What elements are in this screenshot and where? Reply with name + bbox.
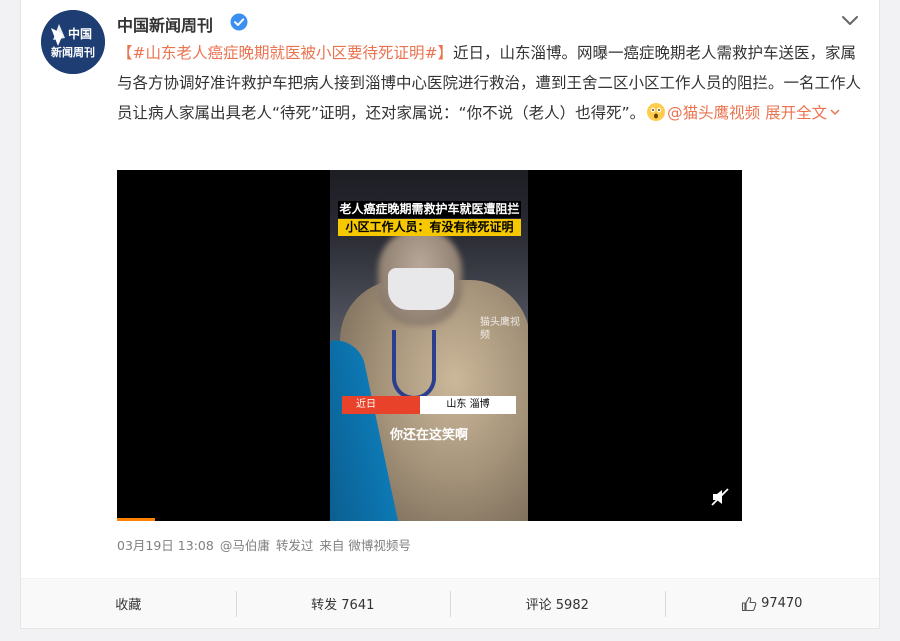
repost-button[interactable]: 转发 7641 — [235, 579, 451, 628]
post-timestamp[interactable]: 03月19日 13:08 — [117, 538, 214, 553]
video-frame: 老人癌症晚期需救护车就医遭阻拦 小区工作人员：有没有待死证明 猫头鹰视频 近日 … — [330, 170, 528, 521]
avatar[interactable]: 中国 新闻周刊 — [41, 10, 105, 74]
forwarded-label: 转发过 — [275, 538, 314, 553]
astonished-emoji-icon — [647, 103, 666, 121]
video-face-mask — [388, 268, 454, 310]
like-count: 97470 — [761, 596, 803, 611]
mute-icon[interactable] — [710, 487, 730, 507]
comment-button[interactable]: 评论 5982 — [450, 579, 665, 628]
chevron-down-icon[interactable] — [841, 14, 859, 28]
mention-link[interactable]: @猫头鹰视频 — [667, 104, 760, 122]
video-player[interactable]: 老人癌症晚期需救护车就医遭阻拦 小区工作人员：有没有待死证明 猫头鹰视频 近日 … — [117, 170, 742, 521]
video-lanyard — [392, 330, 436, 400]
video-watermark: 猫头鹰视频 — [480, 317, 520, 341]
post-text: 【#山东老人癌症晚期就医被小区要待死证明#】近日，山东淄博。网曝一癌症晚期老人需… — [117, 38, 862, 128]
video-title-line1: 老人癌症晚期需救护车就医遭阻拦 — [338, 201, 521, 218]
repost-label: 转发 7641 — [311, 598, 375, 613]
expand-full-text[interactable]: 展开全文 — [765, 104, 841, 122]
favorite-label: 收藏 — [115, 598, 142, 613]
forwarder-link[interactable]: @马伯庸 — [220, 538, 270, 553]
avatar-text-line2: 新闻周刊 — [51, 46, 95, 59]
thumbs-up-icon — [742, 596, 757, 611]
hashtag-link[interactable]: 【#山东老人癌症晚期就医被小区要待死证明#】 — [117, 44, 453, 62]
author-name[interactable]: 中国新闻周刊 — [117, 12, 213, 36]
favorite-button[interactable]: 收藏 — [21, 579, 236, 628]
expand-chevron-icon — [830, 109, 840, 116]
video-location-right: 山东 淄博 — [420, 396, 516, 414]
post-meta: 03月19日 13:08 @马伯庸 转发过 来自 微博视频号 — [117, 535, 417, 554]
verified-badge-icon — [230, 13, 248, 31]
weibo-post-card: 中国 新闻周刊 中国新闻周刊 【#山东老人癌症晚期就医被小区要待死证明#】近日，… — [20, 0, 880, 629]
expand-label: 展开全文 — [765, 104, 828, 122]
video-subtitle: 你还在这笑啊 — [389, 428, 468, 443]
avatar-text-line1: 中国 — [67, 27, 92, 41]
video-title-line2: 小区工作人员：有没有待死证明 — [338, 219, 521, 236]
action-bar: 收藏 转发 7641 评论 5982 97470 — [21, 578, 879, 628]
post-source: 来自 微博视频号 — [319, 538, 411, 553]
avatar-star-logo — [41, 10, 105, 74]
video-progress-bar[interactable] — [117, 518, 155, 521]
comment-label: 评论 5982 — [525, 598, 589, 613]
like-button[interactable]: 97470 — [664, 579, 880, 628]
video-location-left: 近日 — [342, 396, 420, 414]
